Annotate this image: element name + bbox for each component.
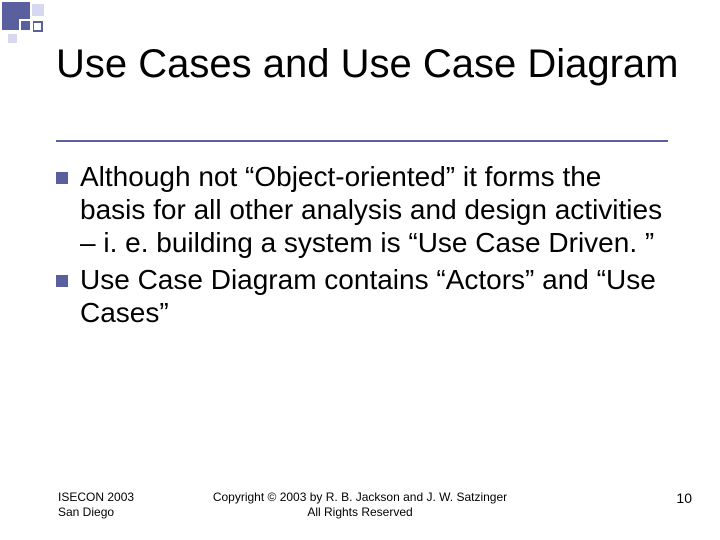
bullet-marker-icon: [56, 275, 68, 287]
title-underline: [56, 140, 668, 142]
bullet-text: Although not “Object-oriented” it forms …: [80, 160, 668, 259]
footer-center-line1: Copyright © 2003 by R. B. Jackson and J.…: [0, 490, 720, 505]
page-number: 10: [676, 490, 692, 506]
slide: Use Cases and Use Case Diagram Although …: [0, 0, 720, 540]
slide-body: Although not “Object-oriented” it forms …: [56, 160, 668, 333]
footer-center: Copyright © 2003 by R. B. Jackson and J.…: [0, 490, 720, 520]
slide-title: Use Cases and Use Case Diagram: [56, 42, 680, 87]
bullet-item: Although not “Object-oriented” it forms …: [56, 160, 668, 259]
footer-center-line2: All Rights Reserved: [0, 505, 720, 520]
bullet-text: Use Case Diagram contains “Actors” and “…: [80, 263, 668, 329]
bullet-item: Use Case Diagram contains “Actors” and “…: [56, 263, 668, 329]
corner-decoration: [0, 0, 60, 48]
bullet-marker-icon: [56, 172, 68, 184]
